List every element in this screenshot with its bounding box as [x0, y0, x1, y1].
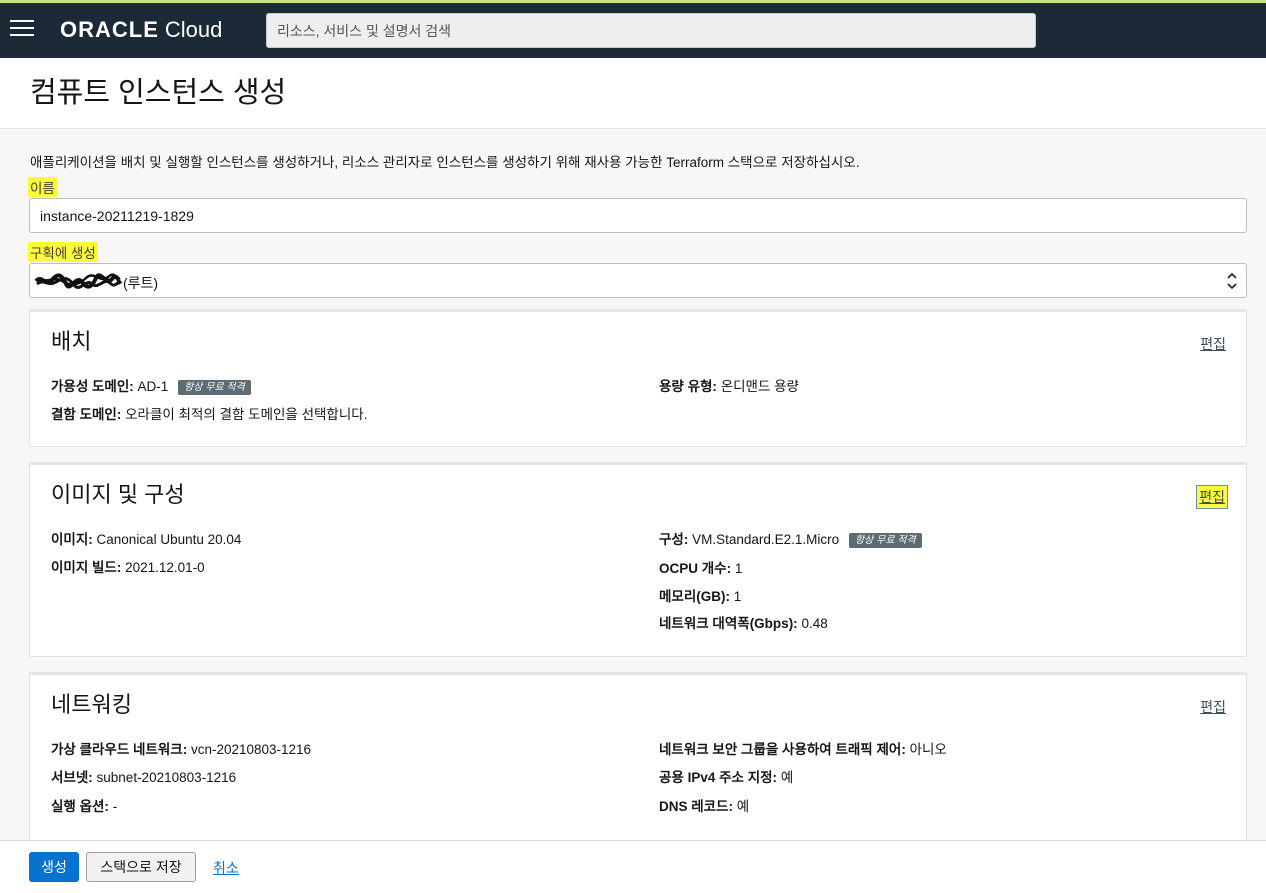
name-label: 이름	[28, 177, 57, 197]
networking-title: 네트워킹	[51, 692, 132, 717]
vcn-value: vcn-20210803-1216	[190, 742, 312, 757]
shape-value: VM.Standard.E2.1.Micro	[692, 532, 840, 547]
compartment-select[interactable]: (루트)	[29, 263, 1247, 298]
dns-value: 예	[736, 799, 750, 814]
networking-edit-link[interactable]: 편집	[1200, 697, 1226, 717]
select-updown-icon	[1227, 272, 1237, 290]
vcn-key: 가상 클라우드 네트워크:	[51, 742, 188, 757]
intro-text: 애플리케이션을 배치 및 실행할 인스턴스를 생성하거나, 리소스 관리자로 인…	[30, 155, 860, 170]
subnet-value: subnet-20210803-1216	[96, 770, 237, 785]
ipv4-key: 공용 IPv4 주소 지정:	[659, 770, 778, 785]
page-header: 컴퓨트 인스턴스 생성	[0, 58, 1266, 129]
launch-options-row: 실행 옵션: -	[51, 798, 117, 816]
hamburger-menu-icon[interactable]	[10, 20, 34, 38]
bandwidth-key: 네트워크 대역폭(Gbps):	[659, 616, 798, 631]
dns-key: DNS 레코드:	[659, 799, 734, 814]
nsg-row: 네트워크 보안 그룹을 사용하여 트래픽 제어: 아니오	[659, 741, 947, 759]
placement-title: 배치	[51, 329, 92, 354]
memory-value: 1	[733, 589, 742, 604]
image-value: Canonical Ubuntu 20.04	[96, 532, 242, 547]
public-ipv4-row: 공용 IPv4 주소 지정: 예	[659, 769, 793, 787]
ad-value: AD-1	[137, 379, 169, 394]
nsg-key: 네트워크 보안 그룹을 사용하여 트래픽 제어:	[659, 742, 906, 757]
fd-key: 결함 도메인:	[51, 407, 122, 422]
page-title: 컴퓨트 인스턴스 생성	[30, 77, 287, 109]
main-content[interactable]: 애플리케이션을 배치 및 실행할 인스턴스를 생성하거나, 리소스 관리자로 인…	[0, 129, 1266, 840]
subnet-row: 서브넷: subnet-20210803-1216	[51, 769, 236, 787]
build-value: 2021.12.01-0	[125, 560, 205, 575]
vcn-row: 가상 클라우드 네트워크: vcn-20210803-1216	[51, 741, 311, 759]
image-key: 이미지:	[51, 532, 93, 547]
always-free-badge: 항상 무료 적격	[178, 380, 251, 395]
oracle-cloud-logo[interactable]: ORACLE Cloud	[60, 17, 222, 43]
ad-key: 가용성 도메인:	[51, 379, 134, 394]
instance-name-input[interactable]	[29, 198, 1247, 233]
global-search-input[interactable]	[266, 13, 1036, 48]
top-navigation-bar: ORACLE Cloud	[0, 3, 1266, 58]
ocpu-value: 1	[734, 561, 743, 576]
subnet-key: 서브넷:	[51, 770, 93, 785]
networking-section: 네트워킹 편집 가상 클라우드 네트워크: vcn-20210803-1216 …	[29, 672, 1247, 840]
launch-key: 실행 옵션:	[51, 799, 109, 814]
placement-section: 배치 편집 가용성 도메인: AD-1 항상 무료 적격 용량 유형: 온디맨드…	[29, 309, 1247, 447]
capacity-key: 용량 유형:	[659, 379, 717, 394]
create-button[interactable]: 생성	[29, 852, 79, 882]
memory-row: 메모리(GB): 1	[659, 588, 741, 606]
build-key: 이미지 빌드:	[51, 560, 122, 575]
dns-record-row: DNS 레코드: 예	[659, 798, 749, 816]
fault-domain-row: 결함 도메인: 오라클이 최적의 결함 도메인을 선택합니다.	[51, 406, 367, 424]
cancel-link[interactable]: 취소	[213, 858, 239, 878]
action-footer: 생성 스택으로 저장 취소	[0, 840, 1266, 893]
placement-edit-link[interactable]: 편집	[1200, 334, 1226, 354]
always-free-badge: 항상 무료 적격	[848, 533, 922, 548]
bandwidth-value: 0.48	[801, 616, 828, 631]
ocpu-key: OCPU 개수:	[659, 561, 732, 576]
logo-brand: ORACLE	[60, 17, 159, 42]
image-row: 이미지: Canonical Ubuntu 20.04	[51, 531, 241, 549]
compartment-label: 구획에 생성	[28, 242, 98, 262]
capacity-value: 온디맨드 용량	[720, 379, 799, 394]
redacted-scribble	[34, 273, 122, 289]
logo-product: Cloud	[164, 17, 223, 42]
compartment-root-label: (루트)	[123, 275, 159, 291]
ocpu-row: OCPU 개수: 1	[659, 560, 742, 578]
shape-key: 구성:	[659, 532, 689, 547]
nsg-value: 아니오	[909, 742, 947, 757]
availability-domain-row: 가용성 도메인: AD-1 항상 무료 적격	[51, 378, 251, 396]
fd-value: 오라클이 최적의 결함 도메인을 선택합니다.	[125, 407, 368, 422]
save-as-stack-button[interactable]: 스택으로 저장	[86, 852, 196, 882]
launch-value: -	[112, 799, 118, 814]
image-shape-title: 이미지 및 구성	[51, 482, 185, 507]
ipv4-value: 예	[780, 770, 794, 785]
shape-row: 구성: VM.Standard.E2.1.Micro 항상 무료 적격	[659, 531, 922, 549]
image-shape-edit-link[interactable]: 편집	[1196, 485, 1228, 509]
image-shape-section: 이미지 및 구성 편집 이미지: Canonical Ubuntu 20.04 …	[29, 462, 1247, 657]
image-build-row: 이미지 빌드: 2021.12.01-0	[51, 559, 205, 577]
memory-key: 메모리(GB):	[659, 589, 730, 604]
capacity-type-row: 용량 유형: 온디맨드 용량	[659, 378, 799, 396]
bandwidth-row: 네트워크 대역폭(Gbps): 0.48	[659, 615, 828, 633]
